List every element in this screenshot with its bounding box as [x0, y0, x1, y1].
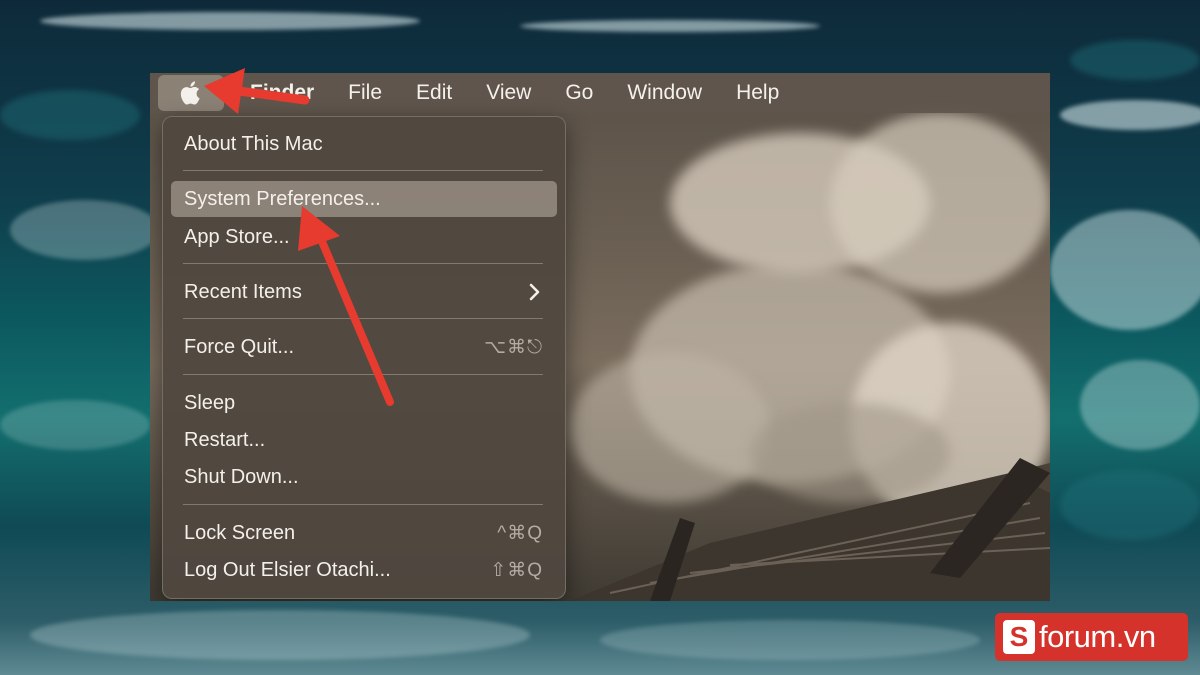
- shortcut-label: ^⌘Q: [497, 522, 543, 544]
- menu-item-label: Sleep: [184, 391, 236, 414]
- menu-item-label: About This Mac: [184, 132, 323, 155]
- menu-item-label: Force Quit...: [184, 335, 295, 358]
- menu-item-system-preferences[interactable]: System Preferences...: [171, 181, 557, 217]
- menubar-edit[interactable]: Edit: [416, 81, 452, 105]
- menu-item-recent-items[interactable]: Recent Items: [171, 274, 557, 310]
- menubar-view[interactable]: View: [486, 81, 531, 105]
- menu-separator: [183, 318, 543, 319]
- menu-item-about-this-mac[interactable]: About This Mac: [171, 126, 557, 162]
- mac-desktop: Finder File Edit View Go Window Help Abo…: [150, 73, 1050, 601]
- menu-item-app-store[interactable]: App Store...: [171, 219, 557, 255]
- menu-item-label: Log Out Elsier Otachi...: [184, 558, 391, 581]
- menu-separator: [183, 263, 543, 264]
- menubar-window[interactable]: Window: [627, 81, 702, 105]
- apple-logo-icon: [180, 81, 200, 105]
- menubar-help[interactable]: Help: [736, 81, 779, 105]
- menu-separator: [183, 504, 543, 505]
- menubar-finder[interactable]: Finder: [250, 81, 314, 105]
- logo-badge: S: [1003, 620, 1035, 654]
- apple-menu-dropdown: About This Mac System Preferences... App…: [162, 116, 566, 599]
- menu-item-log-out[interactable]: Log Out Elsier Otachi... ⇧⌘Q: [171, 552, 557, 588]
- forum-logo: S forum.vn: [995, 613, 1188, 661]
- shortcut-label: ⇧⌘Q: [490, 559, 543, 581]
- chevron-right-icon: [529, 283, 540, 301]
- menu-bar: Finder File Edit View Go Window Help: [150, 73, 1050, 113]
- menu-item-label: System Preferences...: [184, 187, 381, 210]
- menu-item-label: Restart...: [184, 428, 266, 451]
- menu-item-label: Recent Items: [184, 280, 302, 303]
- menu-item-label: Lock Screen: [184, 521, 296, 544]
- menu-item-lock-screen[interactable]: Lock Screen ^⌘Q: [171, 515, 557, 551]
- menu-item-restart[interactable]: Restart...: [171, 422, 557, 458]
- menu-item-label: Shut Down...: [184, 465, 299, 488]
- menu-item-label: App Store...: [184, 225, 290, 248]
- shortcut-label: ⌥⌘⎋: [484, 336, 543, 358]
- menubar-file[interactable]: File: [348, 81, 382, 105]
- menu-separator: [183, 374, 543, 375]
- menu-item-sleep[interactable]: Sleep: [171, 385, 557, 421]
- apple-menu-button[interactable]: [158, 75, 224, 111]
- menu-item-shut-down[interactable]: Shut Down...: [171, 459, 557, 495]
- menu-separator: [183, 170, 543, 171]
- logo-text: forum.vn: [1039, 619, 1156, 654]
- menubar-go[interactable]: Go: [565, 81, 593, 105]
- menu-item-force-quit[interactable]: Force Quit... ⌥⌘⎋: [171, 329, 557, 365]
